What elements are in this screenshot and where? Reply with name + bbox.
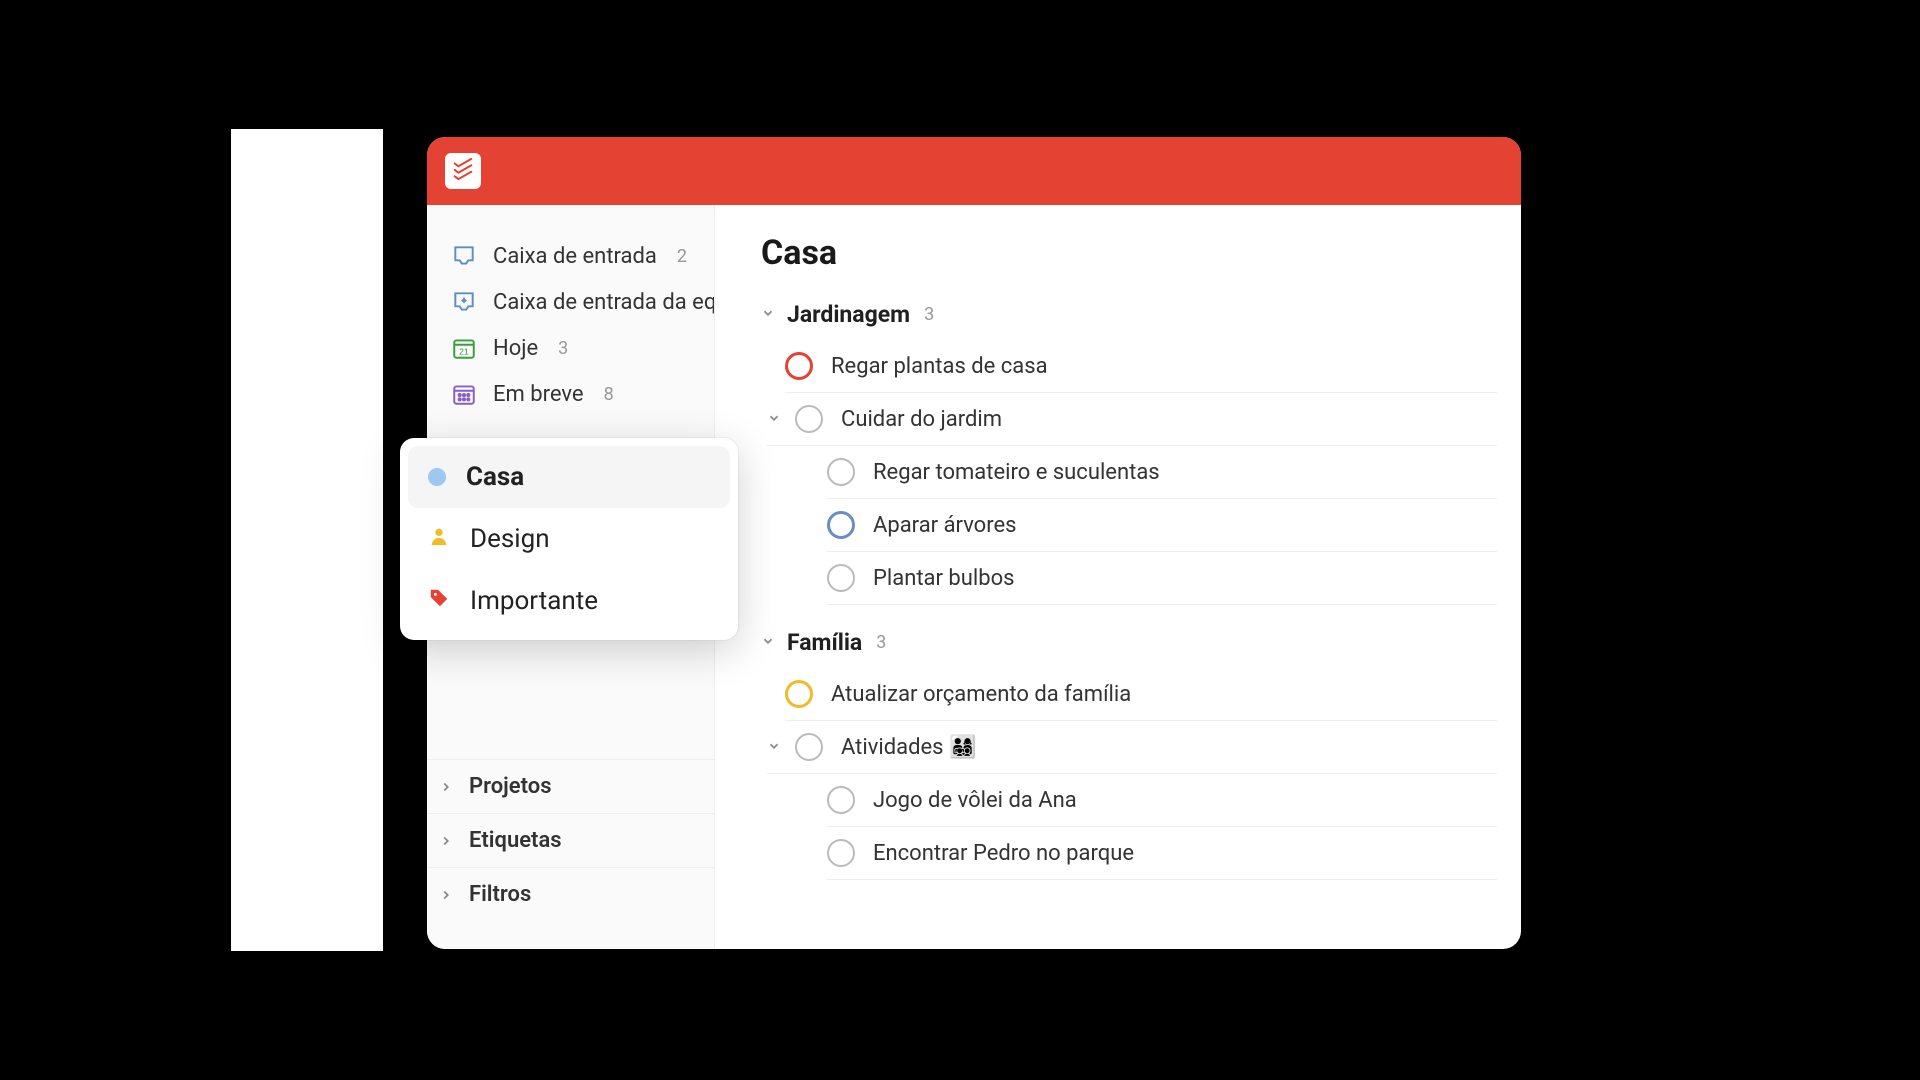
- sidebar-section-filtros[interactable]: Filtros: [427, 867, 714, 921]
- svg-text:21: 21: [459, 347, 469, 357]
- section-label: Filtros: [469, 882, 531, 907]
- todoist-icon: [452, 158, 474, 184]
- inbox-icon: [451, 243, 477, 269]
- task-row[interactable]: Regar tomateiro e suculentas: [827, 446, 1497, 499]
- section-label: Projetos: [469, 774, 552, 799]
- favorite-item-design[interactable]: Design: [408, 508, 730, 570]
- section-title[interactable]: Jardinagem: [787, 301, 910, 328]
- section-count: 3: [924, 304, 934, 325]
- chevron-right-icon: [437, 886, 455, 904]
- tag-icon: [428, 587, 450, 615]
- chevron-right-icon: [437, 832, 455, 850]
- project-dot-icon: [428, 468, 446, 486]
- task-text: Regar plantas de casa: [831, 354, 1048, 379]
- nav-label: Hoje: [493, 336, 538, 361]
- task-text: Atividades 👨‍👩‍👧‍👦: [841, 735, 976, 760]
- task-text: Cuidar do jardim: [841, 407, 1002, 432]
- team-inbox-icon: [451, 289, 477, 315]
- app-logo[interactable]: [445, 153, 481, 189]
- nav-label: Em breve: [493, 382, 584, 407]
- task-row[interactable]: Cuidar do jardim: [795, 393, 1497, 445]
- task-row[interactable]: Aparar árvores: [827, 499, 1497, 552]
- favorite-label: Casa: [466, 462, 524, 492]
- task-checkbox[interactable]: [785, 680, 813, 708]
- section-title[interactable]: Família: [787, 629, 862, 656]
- person-icon: [428, 525, 450, 553]
- nav-label: Caixa de entrada da equ: [493, 290, 714, 315]
- nav-count: 3: [558, 338, 568, 359]
- nav-count: 2: [677, 246, 687, 267]
- chevron-down-icon[interactable]: [767, 410, 783, 429]
- task-checkbox[interactable]: [827, 839, 855, 867]
- sidebar-nav-team-inbox[interactable]: Caixa de entrada da equ: [427, 279, 714, 325]
- task-checkbox[interactable]: [795, 405, 823, 433]
- task-text: Regar tomateiro e suculentas: [873, 460, 1160, 485]
- titlebar: [427, 137, 1521, 205]
- sidebar-nav-today[interactable]: 21 Hoje 3: [427, 325, 714, 371]
- favorite-item-importante[interactable]: Importante: [408, 570, 730, 632]
- task-row[interactable]: Encontrar Pedro no parque: [827, 827, 1497, 880]
- nav-count: 8: [604, 384, 614, 405]
- task-text: Atualizar orçamento da família: [831, 682, 1131, 707]
- chevron-right-icon: [437, 778, 455, 796]
- favorite-item-casa[interactable]: Casa: [408, 446, 730, 508]
- task-text: Encontrar Pedro no parque: [873, 841, 1134, 866]
- task-row[interactable]: Atualizar orçamento da família: [785, 668, 1497, 721]
- task-checkbox[interactable]: [827, 458, 855, 486]
- main-content: Casa Jardinagem 3 Regar plantas de casa Cui…: [715, 205, 1521, 949]
- task-text: Jogo de vôlei da Ana: [873, 788, 1077, 813]
- section-família: Família 3 Atualizar orçamento da família At…: [761, 629, 1497, 880]
- task-row[interactable]: Regar plantas de casa: [785, 340, 1497, 393]
- task-checkbox[interactable]: [827, 786, 855, 814]
- task-text: Aparar árvores: [873, 513, 1017, 538]
- task-row[interactable]: Jogo de vôlei da Ana: [827, 774, 1497, 827]
- today-icon: 21: [451, 335, 477, 361]
- task-checkbox[interactable]: [827, 564, 855, 592]
- favorite-label: Design: [470, 524, 550, 554]
- favorites-popover: Casa Design Importante: [400, 438, 738, 640]
- chevron-down-icon[interactable]: [761, 305, 777, 324]
- task-row[interactable]: Atividades 👨‍👩‍👧‍👦: [795, 721, 1497, 773]
- sidebar-nav-upcoming[interactable]: Em breve 8: [427, 371, 714, 417]
- nav-label: Caixa de entrada: [493, 244, 657, 269]
- favorite-label: Importante: [470, 586, 598, 616]
- sidebar-section-projetos[interactable]: Projetos: [427, 759, 714, 813]
- section-label: Etiquetas: [469, 828, 562, 853]
- upcoming-icon: [451, 381, 477, 407]
- page-gutter: [231, 129, 383, 951]
- chevron-down-icon[interactable]: [761, 633, 777, 652]
- task-checkbox[interactable]: [785, 352, 813, 380]
- section-jardinagem: Jardinagem 3 Regar plantas de casa Cuidar d…: [761, 301, 1497, 605]
- task-text: Plantar bulbos: [873, 566, 1015, 591]
- task-checkbox[interactable]: [795, 733, 823, 761]
- sidebar-nav-inbox[interactable]: Caixa de entrada 2: [427, 233, 714, 279]
- task-row[interactable]: Plantar bulbos: [827, 552, 1497, 605]
- chevron-down-icon[interactable]: [767, 738, 783, 757]
- task-checkbox[interactable]: [827, 511, 855, 539]
- page-title: Casa: [761, 233, 1497, 273]
- section-count: 3: [876, 632, 886, 653]
- sidebar-section-etiquetas[interactable]: Etiquetas: [427, 813, 714, 867]
